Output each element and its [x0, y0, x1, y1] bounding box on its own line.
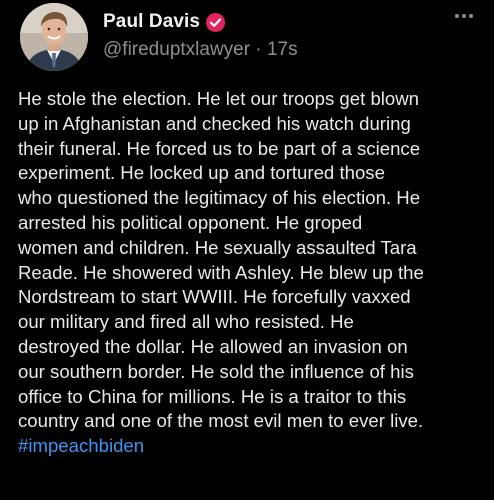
separator: ·: [255, 39, 262, 60]
check-icon: [210, 17, 222, 27]
handle[interactable]: @fireduptxlawyer: [103, 39, 250, 60]
post-text: He stole the election. He let our troops…: [18, 87, 492, 459]
post-line: destroyed the dollar. He allowed an inva…: [18, 335, 408, 357]
avatar[interactable]: [20, 3, 88, 71]
post-line: country and one of the most evil men to …: [18, 410, 424, 432]
post-line: experiment. He locked up and tortured th…: [18, 162, 385, 184]
post-line: arrested his political opponent. He grop…: [18, 211, 363, 233]
post-line: our military and fired all who resisted.…: [18, 311, 354, 333]
post-line: Nordstream to start WWIII. He forcefully…: [18, 286, 411, 308]
post-line: He stole the election. He let our troops…: [18, 88, 420, 109]
verified-badge: [206, 12, 226, 32]
more-options-icon[interactable]: [455, 12, 477, 20]
post-line: their funeral. He forced us to be part o…: [18, 137, 421, 159]
post-line: our southern border. He sold the influen…: [18, 360, 414, 382]
post: Paul Davis @fireduptxlawyer · 17s He sto…: [0, 0, 494, 500]
timestamp[interactable]: 17s: [267, 39, 298, 60]
post-line: women and children. He sexually assaulte…: [18, 236, 417, 258]
post-line: Reade. He showered with Ashley. He blew …: [18, 261, 424, 283]
avatar-photo: [20, 3, 88, 71]
post-line: who questioned the legitimacy of his ele…: [18, 187, 421, 209]
author-name-row: Paul Davis: [103, 10, 226, 34]
author-meta: @fireduptxlawyer · 17s: [103, 39, 298, 61]
post-line: up in Afghanistan and checked his watch …: [18, 112, 411, 134]
hashtag-link[interactable]: #impeachbiden: [18, 434, 492, 459]
post-line: office to China for millions. He is a tr…: [18, 385, 407, 407]
display-name[interactable]: Paul Davis: [103, 11, 200, 33]
